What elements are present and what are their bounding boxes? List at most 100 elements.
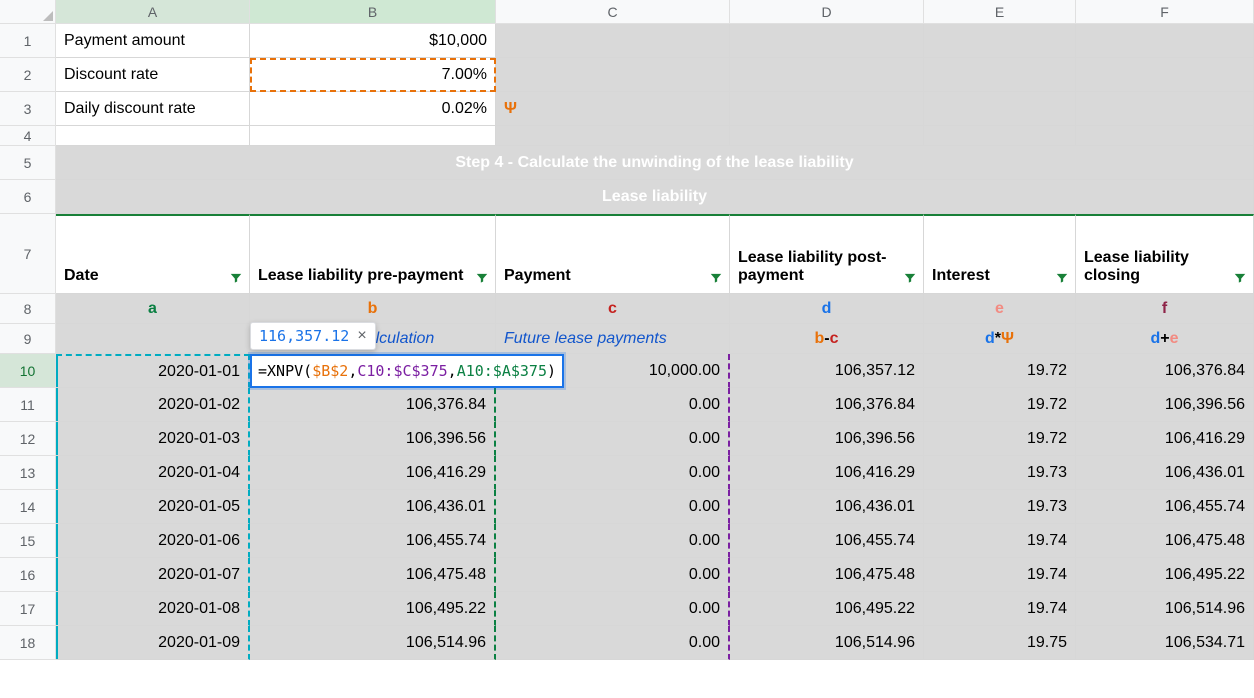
cell-C11[interactable]: 0.00 [496, 388, 730, 422]
cell-B3[interactable]: 0.02% [250, 92, 496, 126]
desc-e[interactable]: d * Ψ [924, 324, 1076, 354]
cell-B1[interactable]: $10,000 [250, 24, 496, 58]
cell-B11[interactable]: 106,376.84 [250, 388, 496, 422]
row-header-7[interactable]: 7 [0, 214, 56, 294]
cell-D1[interactable] [730, 24, 924, 58]
cell-A15[interactable]: 2020-01-06 [56, 524, 250, 558]
cell-E14[interactable]: 19.73 [924, 490, 1076, 524]
cell-C4[interactable] [496, 126, 730, 146]
spreadsheet-grid[interactable]: A B C D E F 1 Payment amount $10,000 2 D… [0, 0, 1254, 660]
legend-a[interactable]: a [56, 294, 250, 324]
cell-A9[interactable] [56, 324, 250, 354]
filter-icon[interactable] [229, 271, 243, 285]
desc-f[interactable]: d + e [1076, 324, 1254, 354]
header-payment[interactable]: Payment [496, 214, 730, 294]
cell-C15[interactable]: 0.00 [496, 524, 730, 558]
cell-F3[interactable] [1076, 92, 1254, 126]
cell-A12[interactable]: 2020-01-03 [56, 422, 250, 456]
cell-C12[interactable]: 0.00 [496, 422, 730, 456]
row-header-17[interactable]: 17 [0, 592, 56, 626]
cell-E18[interactable]: 19.75 [924, 626, 1076, 660]
cell-F2[interactable] [1076, 58, 1254, 92]
cell-E10[interactable]: 19.72 [924, 354, 1076, 388]
cell-F12[interactable]: 106,416.29 [1076, 422, 1254, 456]
cell-A16[interactable]: 2020-01-07 [56, 558, 250, 592]
cell-A4[interactable] [56, 126, 250, 146]
cell-A11[interactable]: 2020-01-02 [56, 388, 250, 422]
legend-d[interactable]: d [730, 294, 924, 324]
cell-C13[interactable]: 0.00 [496, 456, 730, 490]
header-post-payment[interactable]: Lease liability post-payment [730, 214, 924, 294]
row-header-2[interactable]: 2 [0, 58, 56, 92]
row-header-9[interactable]: 9 [0, 324, 56, 354]
cell-C2[interactable] [496, 58, 730, 92]
cell-B15[interactable]: 106,455.74 [250, 524, 496, 558]
cell-A17[interactable]: 2020-01-08 [56, 592, 250, 626]
cell-A13[interactable]: 2020-01-04 [56, 456, 250, 490]
row-header-18[interactable]: 18 [0, 626, 56, 660]
cell-E3[interactable] [924, 92, 1076, 126]
desc-d[interactable]: b - c [730, 324, 924, 354]
cell-D16[interactable]: 106,475.48 [730, 558, 924, 592]
col-header-E[interactable]: E [924, 0, 1076, 24]
col-header-B[interactable]: B [250, 0, 496, 24]
header-interest[interactable]: Interest [924, 214, 1076, 294]
cell-F10[interactable]: 106,376.84 [1076, 354, 1254, 388]
row-header-14[interactable]: 14 [0, 490, 56, 524]
cell-D13[interactable]: 106,416.29 [730, 456, 924, 490]
row-header-3[interactable]: 3 [0, 92, 56, 126]
cell-D12[interactable]: 106,396.56 [730, 422, 924, 456]
legend-c[interactable]: c [496, 294, 730, 324]
cell-F4[interactable] [1076, 126, 1254, 146]
row-header-5[interactable]: 5 [0, 146, 56, 180]
cell-C17[interactable]: 0.00 [496, 592, 730, 626]
cell-A1[interactable]: Payment amount [56, 24, 250, 58]
cell-B17[interactable]: 106,495.22 [250, 592, 496, 626]
cell-F17[interactable]: 106,514.96 [1076, 592, 1254, 626]
legend-e[interactable]: e [924, 294, 1076, 324]
filter-icon[interactable] [475, 271, 489, 285]
row-header-10[interactable]: 10 [0, 354, 56, 388]
col-header-A[interactable]: A [56, 0, 250, 24]
col-header-D[interactable]: D [730, 0, 924, 24]
cell-E13[interactable]: 19.73 [924, 456, 1076, 490]
cell-D3[interactable] [730, 92, 924, 126]
cell-F14[interactable]: 106,455.74 [1076, 490, 1254, 524]
cell-B2[interactable]: 7.00% [250, 58, 496, 92]
cell-C3[interactable]: Ψ [496, 92, 730, 126]
cell-D14[interactable]: 106,436.01 [730, 490, 924, 524]
cell-F11[interactable]: 106,396.56 [1076, 388, 1254, 422]
title-step4[interactable]: Step 4 - Calculate the unwinding of the … [56, 146, 1254, 180]
cell-E16[interactable]: 19.74 [924, 558, 1076, 592]
filter-icon[interactable] [1055, 271, 1069, 285]
cell-E15[interactable]: 19.74 [924, 524, 1076, 558]
row-header-12[interactable]: 12 [0, 422, 56, 456]
cell-B16[interactable]: 106,475.48 [250, 558, 496, 592]
header-closing[interactable]: Lease liability closing [1076, 214, 1254, 294]
cell-A14[interactable]: 2020-01-05 [56, 490, 250, 524]
cell-E4[interactable] [924, 126, 1076, 146]
filter-icon[interactable] [1233, 271, 1247, 285]
cell-F15[interactable]: 106,475.48 [1076, 524, 1254, 558]
cell-A18[interactable]: 2020-01-09 [56, 626, 250, 660]
row-header-15[interactable]: 15 [0, 524, 56, 558]
cell-B10-formula[interactable]: 116,357.12 × =XNPV($B$2,C10:$C$375,A10:$… [250, 354, 496, 388]
cell-F16[interactable]: 106,495.22 [1076, 558, 1254, 592]
cell-D2[interactable] [730, 58, 924, 92]
cell-E17[interactable]: 19.74 [924, 592, 1076, 626]
cell-C16[interactable]: 0.00 [496, 558, 730, 592]
cell-A2[interactable]: Discount rate [56, 58, 250, 92]
title-lease-liability[interactable]: Lease liability [56, 180, 1254, 214]
col-header-F[interactable]: F [1076, 0, 1254, 24]
row-header-1[interactable]: 1 [0, 24, 56, 58]
filter-icon[interactable] [903, 271, 917, 285]
select-all-corner[interactable] [0, 0, 56, 24]
cell-B14[interactable]: 106,436.01 [250, 490, 496, 524]
cell-E2[interactable] [924, 58, 1076, 92]
cell-D10[interactable]: 106,357.12 [730, 354, 924, 388]
cell-B4[interactable] [250, 126, 496, 146]
col-header-C[interactable]: C [496, 0, 730, 24]
cell-F1[interactable] [1076, 24, 1254, 58]
header-date[interactable]: Date [56, 214, 250, 294]
row-header-4[interactable]: 4 [0, 126, 56, 146]
